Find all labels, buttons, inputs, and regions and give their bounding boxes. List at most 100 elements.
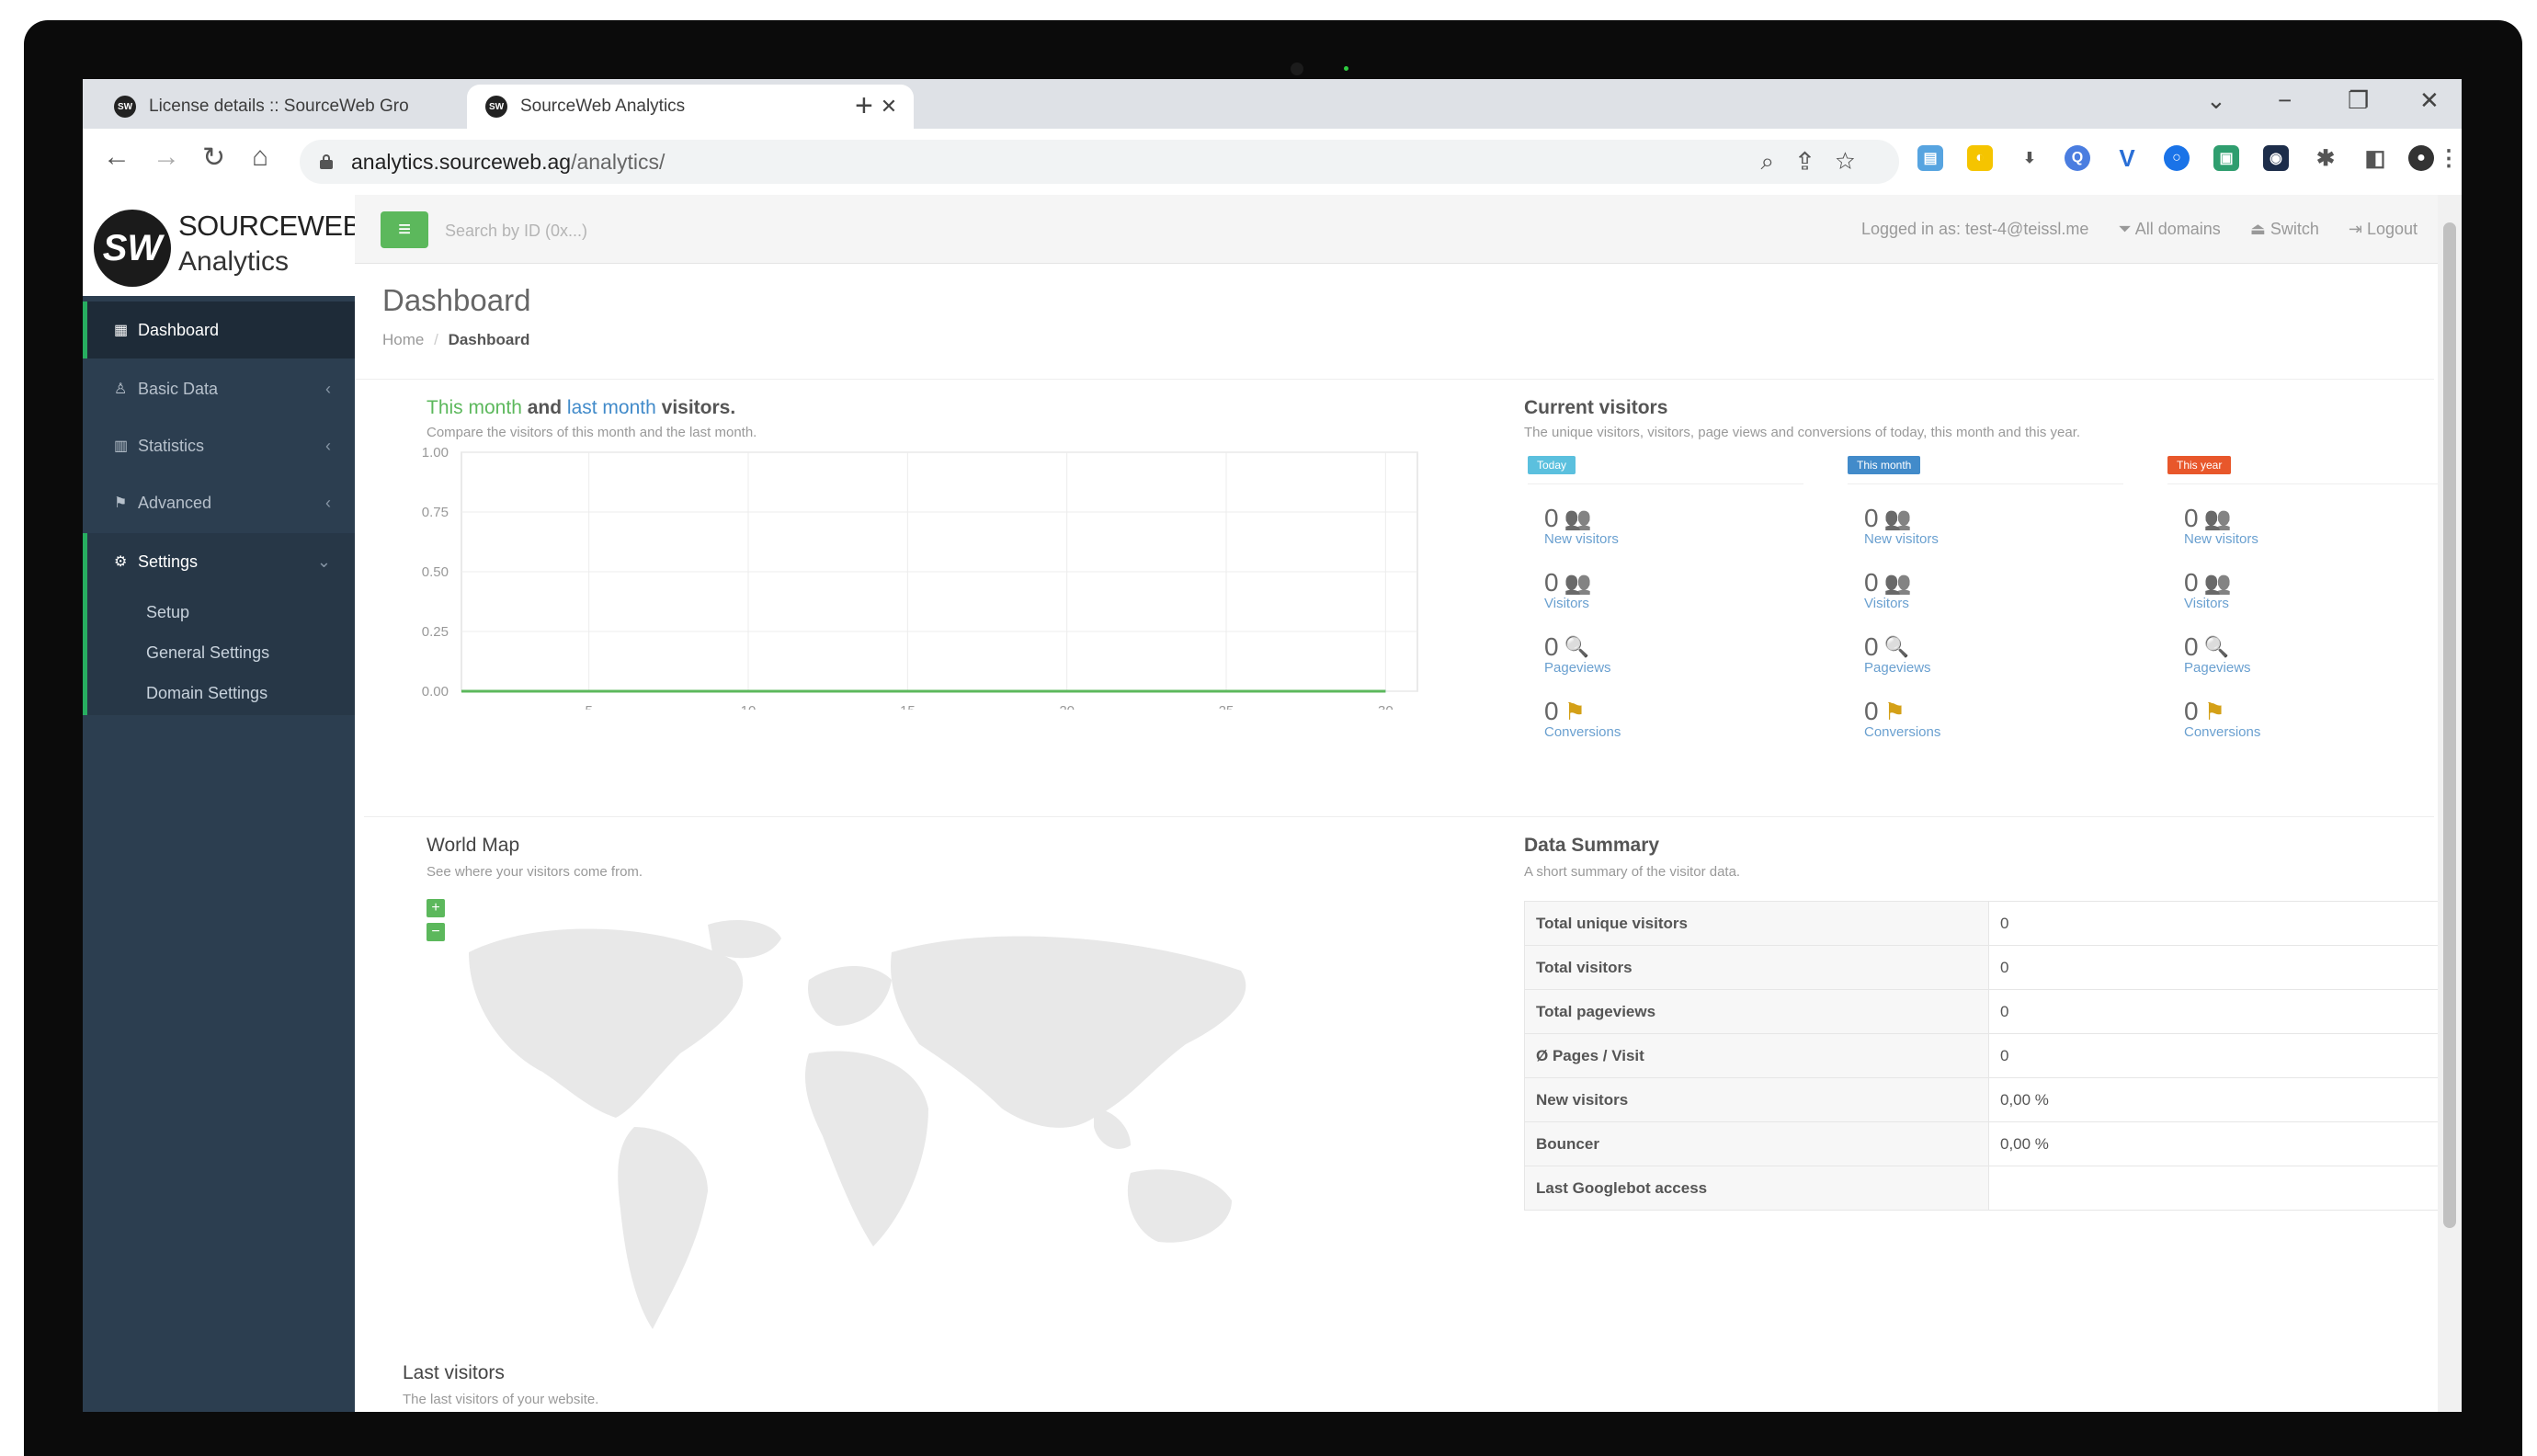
- summary-row: Bouncer 0,00 %: [1524, 1121, 2451, 1166]
- minimize-icon[interactable]: −: [2278, 86, 2292, 115]
- sidebar-item-basic-data[interactable]: ♙ Basic Data ‹: [83, 360, 355, 417]
- visitors-line-chart: 1.00 0.75 0.50 0.25 0.00 5 10 15 20 25 30: [388, 443, 1436, 710]
- stat-label[interactable]: New visitors: [2184, 531, 2368, 547]
- omnibox-actions: ⌕⇪☆: [1761, 147, 1879, 176]
- restore-icon[interactable]: ❐: [2348, 86, 2369, 115]
- close-window-icon[interactable]: ✕: [2419, 86, 2440, 115]
- summary-row: Total unique visitors 0: [1524, 901, 2451, 946]
- x-tick-label: 10: [741, 703, 757, 710]
- extension-green-icon[interactable]: ▣: [2213, 145, 2239, 171]
- stat-label[interactable]: Pageviews: [2184, 660, 2368, 676]
- stat-label[interactable]: New visitors: [1864, 531, 2048, 547]
- summary-key: Total unique visitors: [1524, 901, 1989, 946]
- scrollbar-thumb[interactable]: [2443, 222, 2456, 1228]
- stat-value: 0: [1544, 697, 1559, 725]
- puzzle-icon[interactable]: ✱: [2313, 145, 2338, 171]
- close-tab-icon[interactable]: ✕: [875, 95, 903, 119]
- summary-row: Total pageviews 0: [1524, 989, 2451, 1034]
- tab-strip: SW License details :: SourceWeb Gro ✕ SW…: [83, 79, 2462, 129]
- extension-dark-icon[interactable]: ◉: [2263, 145, 2289, 171]
- sidebar-item-label: Settings: [138, 552, 199, 571]
- divider: [355, 379, 2434, 380]
- address-bar[interactable]: analytics.sourceweb.ag/analytics/ ⌕⇪☆: [300, 140, 1899, 184]
- stat-label[interactable]: Visitors: [1544, 596, 1728, 611]
- stat-label[interactable]: Pageviews: [1544, 660, 1728, 676]
- dashboard-icon: ▦: [114, 323, 129, 338]
- search-icon: 🔍: [2203, 635, 2229, 658]
- users-icon: 👥: [1883, 506, 1912, 531]
- sidebar-item-advanced[interactable]: ⚑ Advanced ‹: [83, 474, 355, 531]
- screen: SW License details :: SourceWeb Gro ✕ SW…: [83, 79, 2462, 1412]
- logout-link[interactable]: ⇥ Logout: [2349, 220, 2418, 239]
- camera-dot: [1291, 63, 1303, 75]
- stat-label[interactable]: Visitors: [2184, 596, 2368, 611]
- users-icon: 👥: [1564, 506, 1592, 531]
- switch-link[interactable]: ⏏ Switch: [2250, 220, 2319, 239]
- stat-label[interactable]: New visitors: [1544, 531, 1728, 547]
- stat-conversions: 0 ⚑ Conversions: [1864, 697, 2048, 740]
- zoom-icon[interactable]: ⌕: [1761, 147, 1799, 175]
- stat-label[interactable]: Visitors: [1864, 596, 2048, 611]
- extension-honey-icon[interactable]: ◐: [1967, 145, 1993, 171]
- brand-logo[interactable]: SW SOURCEWEB Analytics: [83, 195, 361, 296]
- users-icon: 👥: [2203, 570, 2232, 596]
- breadcrumb-home[interactable]: Home: [382, 331, 424, 348]
- brand-name: SOURCEWEB: [178, 210, 361, 242]
- extension-q-icon[interactable]: Q: [2065, 145, 2090, 171]
- stat-label[interactable]: Pageviews: [1864, 660, 2048, 676]
- profile-avatar[interactable]: ●: [2408, 145, 2434, 171]
- stat-value: 0: [1864, 504, 1879, 532]
- stat-value: 0: [2184, 568, 2199, 597]
- tab-sourceweb-analytics[interactable]: SW SourceWeb Analytics ✕: [467, 85, 914, 129]
- home-icon[interactable]: ⌂: [252, 142, 268, 173]
- sidebar-subitem-domain-settings[interactable]: Domain Settings: [146, 684, 267, 703]
- side-panel-icon[interactable]: ◧: [2362, 145, 2388, 171]
- sidebar-subitem-general-settings[interactable]: General Settings: [146, 643, 269, 663]
- eject-icon: ⏏: [2249, 220, 2270, 238]
- stat-value: 0: [1544, 568, 1559, 597]
- flag-icon: ⚑: [1883, 697, 1906, 725]
- extension-circle-icon[interactable]: ○: [2164, 145, 2190, 171]
- new-tab-icon[interactable]: +: [855, 88, 873, 124]
- summary-key: Bouncer: [1524, 1121, 1989, 1166]
- sidebar-item-settings[interactable]: ⚙ Settings ⌄: [83, 533, 355, 590]
- back-icon[interactable]: ←: [103, 142, 131, 173]
- search-input[interactable]: [443, 211, 814, 250]
- bookmark-star-icon[interactable]: ☆: [1836, 147, 1879, 175]
- page-title: Dashboard: [382, 283, 531, 317]
- users-icon: 👥: [2203, 506, 2232, 531]
- hamburger-menu-button[interactable]: ≡: [381, 211, 428, 248]
- sidebar-subitem-setup[interactable]: Setup: [146, 603, 189, 622]
- user-icon: ♙: [114, 381, 128, 397]
- world-map[interactable]: [432, 897, 1351, 1357]
- users-icon: 👥: [1883, 570, 1912, 596]
- forward-icon[interactable]: →: [153, 142, 180, 173]
- data-summary-title: Data Summary: [1524, 835, 1660, 856]
- all-domains-link[interactable]: ⏷ All domains: [2118, 220, 2220, 239]
- stat-label[interactable]: Conversions: [2184, 724, 2368, 740]
- lock-icon: [320, 154, 333, 169]
- reload-icon[interactable]: ↻: [202, 142, 225, 174]
- sidebar-item-dashboard[interactable]: ▦ Dashboard: [83, 301, 355, 358]
- page-scrollbar[interactable]: [2438, 195, 2462, 1412]
- summary-key: Total visitors: [1524, 945, 1989, 990]
- stat-label[interactable]: Conversions: [1864, 724, 2048, 740]
- stat-new-visitors: 0 👥 New visitors: [1544, 504, 1728, 547]
- period-badge: This year: [2167, 456, 2232, 474]
- sidebar: SW SOURCEWEB Analytics ▦ Dashboard ♙ Bas…: [83, 195, 361, 1412]
- sidebar-item-statistics[interactable]: ▥ Statistics ‹: [83, 417, 355, 474]
- more-menu-icon[interactable]: ⋮: [2438, 145, 2460, 171]
- world-map-title: World Map: [427, 835, 520, 856]
- summary-key: Last Googlebot access: [1524, 1166, 1989, 1211]
- vimeo-icon[interactable]: V: [2114, 144, 2140, 172]
- summary-row: New visitors 0,00 %: [1524, 1077, 2451, 1122]
- summary-key: New visitors: [1524, 1077, 1989, 1122]
- summary-value: [1988, 1166, 2451, 1211]
- chart-svg: 1.00 0.75 0.50 0.25 0.00 5 10 15 20 25 30: [422, 445, 1418, 710]
- extension-inbox-icon[interactable]: ▤: [1917, 145, 1943, 171]
- tab-search-chevron-icon[interactable]: ⌄: [2206, 86, 2226, 115]
- stat-label[interactable]: Conversions: [1544, 724, 1728, 740]
- share-icon[interactable]: ⇪: [1798, 147, 1836, 175]
- download-icon[interactable]: ⬇: [2017, 145, 2042, 171]
- logged-in-label: Logged in as: test-4@teissl.me: [1860, 220, 2089, 238]
